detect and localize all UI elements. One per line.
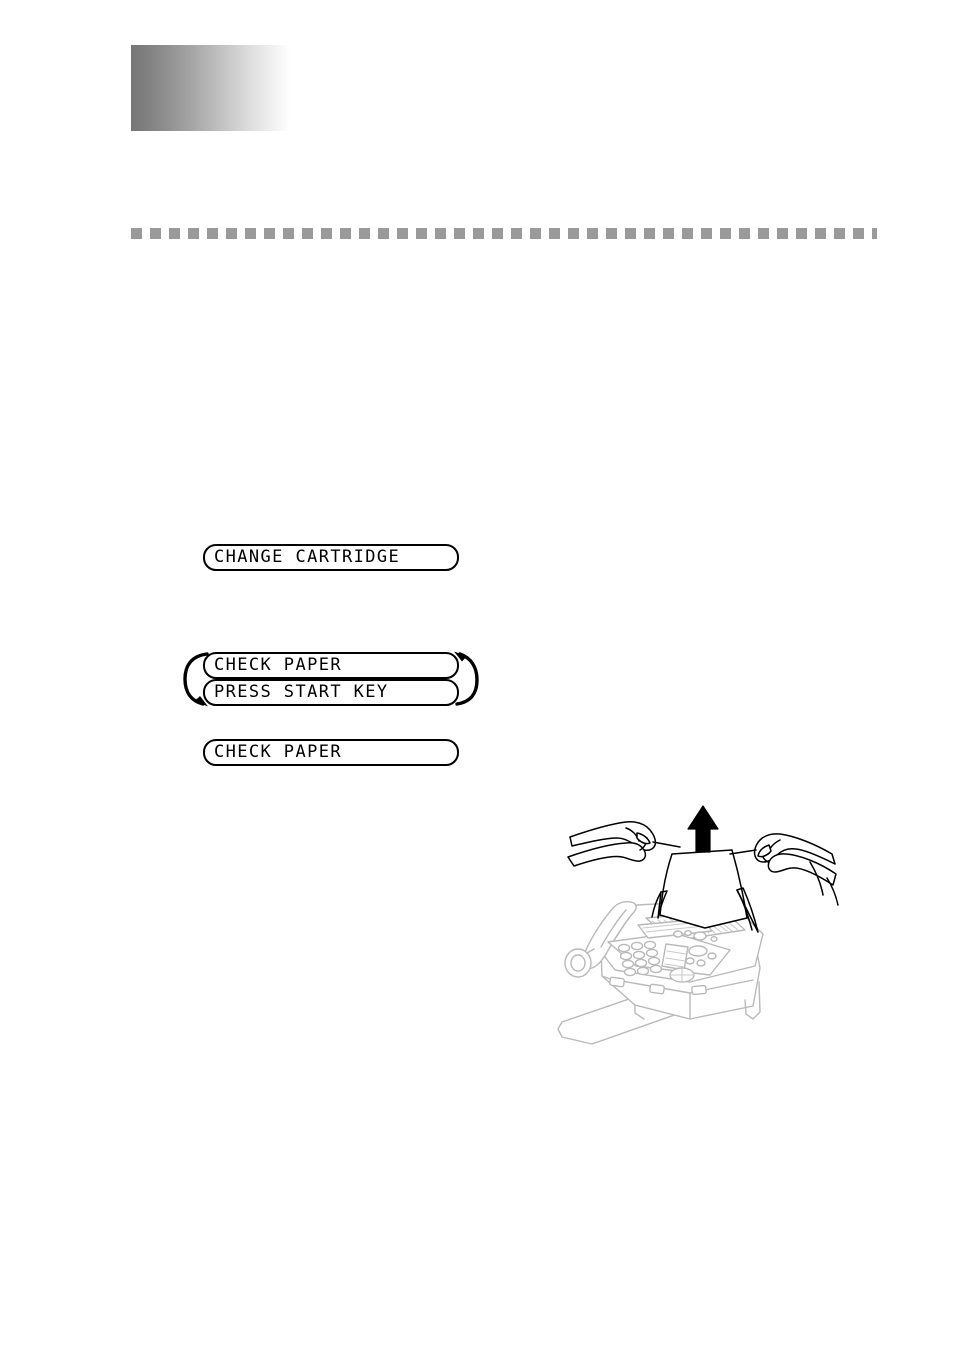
lcd-message-text: CHECK PAPER <box>214 655 342 675</box>
illustration-description: Two hands pulling a sheet of paper upwar… <box>0 0 1 1</box>
lcd-message-check-paper-bottom: CHECK PAPER <box>203 739 459 766</box>
alternates-arrow-right-icon <box>454 651 479 706</box>
chapter-header-gradient <box>131 45 290 131</box>
lcd-message-text: CHECK PAPER <box>214 742 342 762</box>
fax-machine-illustration: .ln { fill:none; stroke:#000000; stroke-… <box>557 805 839 1045</box>
lcd-message-check-paper-top: CHECK PAPER <box>203 652 459 679</box>
lcd-message-text: PRESS START KEY <box>214 682 389 702</box>
left-hand <box>567 821 681 867</box>
lcd-message-press-start-key: PRESS START KEY <box>203 679 459 706</box>
lcd-message-text: CHANGE CARTRIDGE <box>214 547 401 567</box>
lcd-message-change-cartridge: CHANGE CARTRIDGE <box>203 544 459 571</box>
dotted-rule <box>131 228 877 239</box>
page-root: { "page": { "background_color": "#ffffff… <box>0 0 954 1352</box>
pull-up-arrow-icon <box>687 805 719 853</box>
